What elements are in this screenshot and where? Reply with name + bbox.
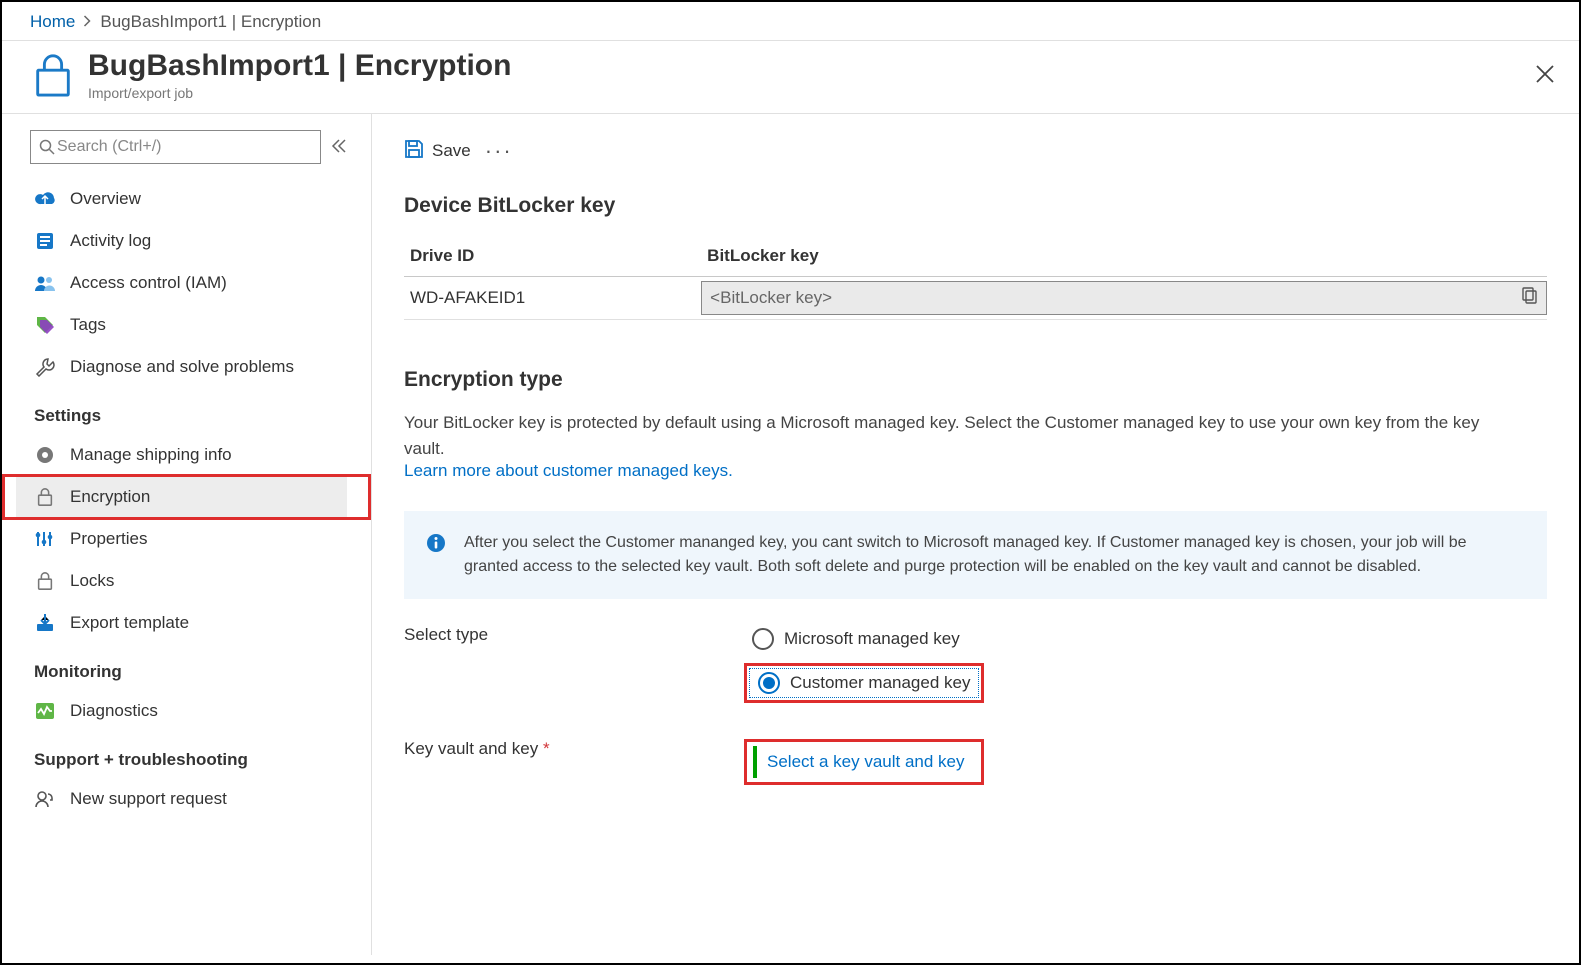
breadcrumb-home[interactable]: Home [30, 12, 75, 32]
sidebar-item-label: Tags [70, 315, 106, 335]
sidebar-item-label: Overview [70, 189, 141, 209]
support-icon [34, 788, 56, 810]
sidebar-item-label: Diagnostics [70, 701, 158, 721]
info-banner: After you select the Customer mananged k… [404, 511, 1547, 599]
sidebar-item-activity-log[interactable]: Activity log [30, 220, 347, 262]
tags-icon [34, 314, 56, 336]
highlight-box: Select a key vault and key [744, 739, 984, 785]
bitlocker-key-value: <BitLocker key> [710, 288, 832, 308]
export-icon [34, 612, 56, 634]
sidebar-item-access-control[interactable]: Access control (IAM) [30, 262, 347, 304]
sidebar-item-label: Properties [70, 529, 147, 549]
lock-icon [30, 52, 76, 98]
page-subtitle: Import/export job [88, 85, 511, 101]
sidebar-item-manage-shipping[interactable]: Manage shipping info [30, 434, 347, 476]
bitlocker-table: Drive ID BitLocker key WD-AFAKEID1 <BitL… [404, 236, 1547, 320]
search-input[interactable] [30, 130, 321, 164]
sidebar-item-label: New support request [70, 789, 227, 809]
sidebar-item-export-template[interactable]: Export template [30, 602, 347, 644]
diagnostics-icon [34, 700, 56, 722]
main-content: Save ··· Device BitLocker key Drive ID B… [372, 114, 1579, 955]
lock-icon [34, 486, 56, 508]
encryption-type-description: Your BitLocker key is protected by defau… [404, 410, 1504, 461]
radio-label: Customer managed key [790, 673, 970, 693]
select-key-vault-link[interactable]: Select a key vault and key [767, 752, 965, 771]
sidebar-item-overview[interactable]: Overview [30, 178, 347, 220]
radio-icon [752, 628, 774, 650]
sidebar-item-diagnostics[interactable]: Diagnostics [30, 690, 347, 732]
sidebar-item-label: Manage shipping info [70, 445, 232, 465]
page-header: BugBashImport1 | Encryption Import/expor… [2, 41, 1579, 113]
col-drive-id: Drive ID [404, 236, 701, 277]
radio-label: Microsoft managed key [784, 629, 960, 649]
chevron-right-icon [83, 14, 92, 30]
save-icon [404, 139, 424, 164]
radio-customer-managed[interactable]: Customer managed key [749, 668, 979, 698]
section-title-encryption-type: Encryption type [404, 368, 1547, 392]
bitlocker-key-field[interactable]: <BitLocker key> [701, 281, 1547, 315]
sidebar-item-new-support-request[interactable]: New support request [30, 778, 347, 820]
sidebar-item-tags[interactable]: Tags [30, 304, 347, 346]
search-field[interactable] [55, 137, 312, 157]
sidebar-group-monitoring: Monitoring [30, 644, 347, 690]
sidebar-item-label: Access control (IAM) [70, 273, 227, 293]
more-menu-icon[interactable]: ··· [485, 138, 513, 164]
drive-id-cell: WD-AFAKEID1 [404, 277, 701, 320]
required-star: * [543, 739, 550, 758]
col-bitlocker-key: BitLocker key [701, 236, 1547, 277]
table-row: WD-AFAKEID1 <BitLocker key> [404, 277, 1547, 320]
log-icon [34, 230, 56, 252]
page-title: BugBashImport1 | Encryption [88, 49, 511, 83]
sidebar-item-properties[interactable]: Properties [30, 518, 347, 560]
sidebar-item-diagnose[interactable]: Diagnose and solve problems [30, 346, 347, 388]
highlight-box: Customer managed key [744, 663, 984, 703]
copy-icon[interactable] [1522, 287, 1538, 310]
learn-more-link[interactable]: Learn more about customer managed keys. [404, 461, 733, 480]
people-icon [34, 272, 56, 294]
key-vault-selector[interactable]: Select a key vault and key [753, 746, 975, 778]
save-button[interactable]: Save [404, 139, 471, 164]
sidebar-group-support: Support + troubleshooting [30, 732, 347, 778]
lock-icon [34, 570, 56, 592]
sidebar-item-label: Activity log [70, 231, 151, 251]
sidebar-group-settings: Settings [30, 388, 347, 434]
radio-icon [758, 672, 780, 694]
sidebar-item-encryption[interactable]: Encryption [16, 476, 347, 518]
sidebar-item-label: Locks [70, 571, 114, 591]
save-label: Save [432, 141, 471, 161]
sliders-icon [34, 528, 56, 550]
breadcrumb-current: BugBashImport1 | Encryption [100, 12, 321, 32]
radio-microsoft-managed[interactable]: Microsoft managed key [744, 625, 984, 653]
wrench-icon [34, 356, 56, 378]
sidebar-item-label: Encryption [70, 487, 150, 507]
sidebar-item-locks[interactable]: Locks [30, 560, 347, 602]
search-icon [39, 139, 55, 155]
cloud-icon [34, 188, 56, 210]
breadcrumb: Home BugBashImport1 | Encryption [2, 2, 1579, 40]
sidebar-item-label: Diagnose and solve problems [70, 357, 294, 377]
close-icon[interactable] [1535, 59, 1555, 91]
toolbar: Save ··· [404, 138, 1547, 164]
info-text: After you select the Customer mananged k… [464, 531, 1525, 579]
label-key-vault: Key vault and key * [404, 739, 744, 759]
info-icon [426, 533, 448, 579]
sidebar-item-label: Export template [70, 613, 189, 633]
collapse-sidebar-icon[interactable] [331, 137, 347, 158]
section-title-bitlocker: Device BitLocker key [404, 194, 1547, 218]
gear-icon [34, 444, 56, 466]
sidebar: Overview Activity log Access control (IA… [2, 114, 372, 955]
label-select-type: Select type [404, 625, 744, 645]
